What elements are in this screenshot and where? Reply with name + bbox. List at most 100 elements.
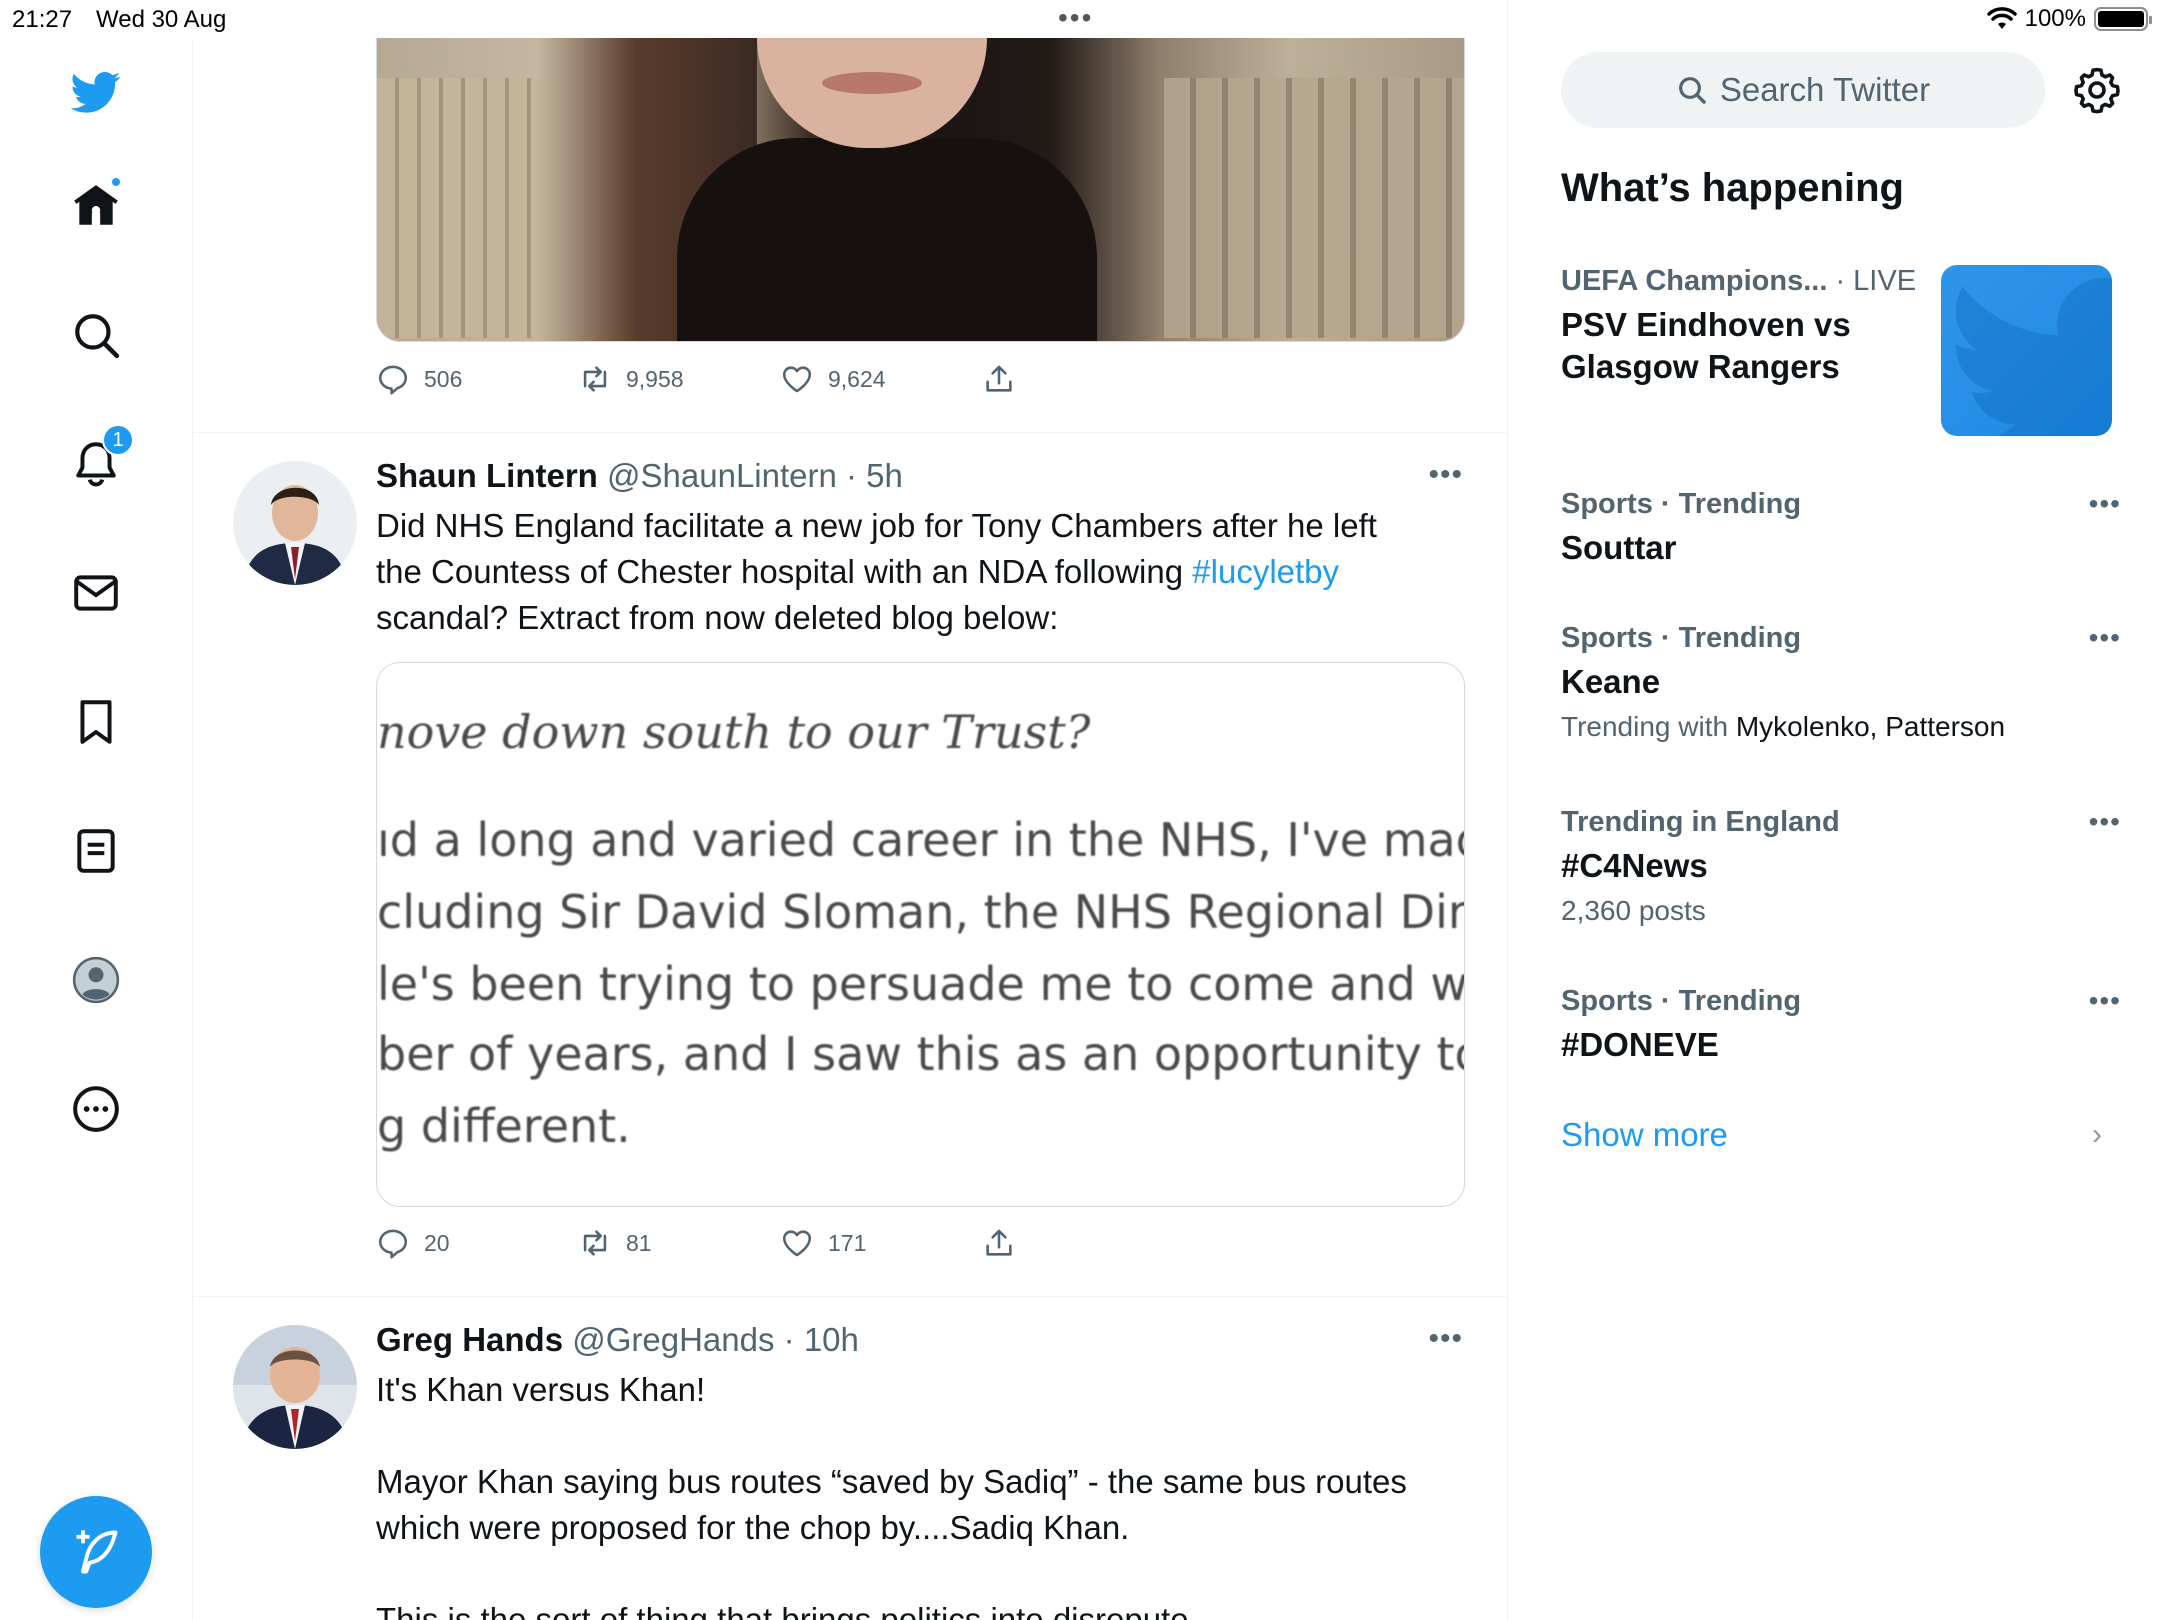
trend-item-c4news[interactable]: Trending in England #C4News 2,360 posts … <box>1561 806 2121 927</box>
twitter-logo[interactable] <box>60 56 132 128</box>
retweet-button[interactable]: 9,958 <box>578 362 780 396</box>
tweet-image-blog-excerpt[interactable]: nove down south to our Trust? ıd a long … <box>376 662 1465 1207</box>
timeline: 506 9,958 9,624 Shaun Lintern @ShaunLint… <box>193 0 1508 1620</box>
trend-category-name: UEFA Champions... <box>1561 265 1828 297</box>
trend-category: Sports · Trending <box>1561 985 2121 1018</box>
trend-item-souttar[interactable]: Sports · Trending Souttar ••• <box>1561 488 2121 569</box>
like-button[interactable]: 171 <box>780 1226 982 1260</box>
author-handle[interactable]: @GregHands <box>572 1321 774 1358</box>
status-time: 21:27 <box>12 6 73 33</box>
nav-bookmarks[interactable] <box>60 686 132 758</box>
blog-line: le's been trying to persuade me to come … <box>377 957 1465 1011</box>
show-more-link[interactable]: Show more <box>1561 1116 1728 1154</box>
tweet-divider <box>193 432 1507 433</box>
nav-messages[interactable] <box>60 557 132 629</box>
tweet-more-button[interactable]: ••• <box>1428 458 1463 492</box>
trend-title: Keane <box>1561 663 1661 700</box>
hashtag-link[interactable]: #lucyletby <box>1192 553 1339 590</box>
search-placeholder: Search Twitter <box>1719 71 1931 108</box>
trend-title: #C4News <box>1561 847 1708 884</box>
author-name[interactable]: Greg Hands <box>376 1321 563 1358</box>
tweet-text-line: Did NHS England facilitate a new job for… <box>376 507 1377 544</box>
chevron-right-icon: › <box>2092 1118 2102 1151</box>
photo-lips <box>822 72 922 94</box>
nav-notifications[interactable]: 1 <box>60 424 134 500</box>
nav-more[interactable] <box>60 1073 132 1145</box>
avatar[interactable] <box>233 461 357 585</box>
tweet-header: Shaun Lintern @ShaunLintern · 5h <box>376 457 903 495</box>
retweet-count: 81 <box>626 1229 652 1256</box>
tweet-media-photo[interactable] <box>376 38 1465 342</box>
author-handle[interactable]: @ShaunLintern <box>607 457 837 494</box>
tweet-text-line: which were proposed for the chop by....S… <box>376 1509 1130 1546</box>
reply-icon <box>378 365 408 395</box>
left-navigation: 1 <box>0 40 193 1620</box>
search-input[interactable]: Search Twitter <box>1561 52 2045 128</box>
twitter-bird-icon <box>1955 278 2112 436</box>
photo-building-right <box>1164 78 1464 338</box>
trend-title: PSV Eindhoven vs Glasgow Rangers <box>1561 304 1941 388</box>
like-button[interactable]: 9,624 <box>780 362 982 396</box>
tweet-more-button[interactable]: ••• <box>1428 1322 1463 1356</box>
trend-item-keane[interactable]: Sports · Trending Keane Trending with My… <box>1561 622 2121 743</box>
photo-clothing <box>677 138 1097 341</box>
retweet-button[interactable]: 81 <box>578 1226 780 1260</box>
trend-more-button[interactable]: ••• <box>2089 806 2121 838</box>
author-name[interactable]: Shaun Lintern <box>376 457 598 494</box>
compose-feather-icon <box>76 1530 118 1574</box>
trend-title: Souttar <box>1561 529 1677 566</box>
nav-lists[interactable] <box>60 815 132 887</box>
tweet-time: · 10h <box>783 1321 859 1358</box>
reply-button[interactable]: 20 <box>376 1226 578 1260</box>
trend-more-button[interactable]: ••• <box>2089 985 2121 1017</box>
tweet-text-fragment: the Countess of Chester hospital with an… <box>376 553 1193 590</box>
tweet-header: Greg Hands @GregHands · 10h <box>376 1321 859 1359</box>
trend-category: Sports · Trending <box>1561 488 2121 521</box>
blog-line: ıd a long and varied career in the NHS, … <box>377 813 1465 867</box>
nav-home[interactable] <box>60 170 132 242</box>
share-button[interactable] <box>982 362 1184 396</box>
trend-more-button[interactable]: ••• <box>2089 622 2121 654</box>
reply-icon <box>378 1229 408 1259</box>
trend-title-line: PSV Eindhoven vs <box>1561 306 1851 343</box>
tweet-divider <box>193 1296 1507 1297</box>
compose-tweet-button[interactable] <box>40 1496 152 1608</box>
home-unread-dot <box>110 176 122 188</box>
right-sidebar: Search Twitter What’s happening UEFA Cha… <box>1509 0 2160 1620</box>
tweet-time: · 5h <box>846 457 903 494</box>
trend-title: #DONEVE <box>1561 1026 1719 1063</box>
retweet-icon <box>583 1230 607 1256</box>
settings-gear-icon[interactable] <box>2073 66 2121 114</box>
trend-category: Trending in England <box>1561 806 2121 839</box>
reply-button[interactable]: 506 <box>376 362 578 396</box>
nav-explore[interactable] <box>60 299 132 371</box>
trend-item-psv-rangers[interactable]: UEFA Champions... · LIVE PSV Eindhoven v… <box>1561 265 1941 388</box>
reply-count: 20 <box>424 1229 450 1256</box>
trend-title-line: Glasgow Rangers <box>1561 348 1840 385</box>
nav-profile[interactable] <box>60 944 132 1016</box>
trend-category-name: Sports · Trending <box>1561 622 1802 654</box>
photo-building-left <box>377 78 547 338</box>
avatar[interactable] <box>233 1325 357 1449</box>
trend-category-name: Trending in England <box>1561 806 1840 838</box>
tweet-text-line: Mayor Khan saying bus routes “saved by S… <box>376 1463 1407 1500</box>
blog-line: nove down south to our Trust? <box>377 705 1091 759</box>
trend-subtitle: Trending with Mykolenko, Patterson <box>1561 711 2121 743</box>
tweet-text-line: the Countess of Chester hospital with an… <box>376 549 1466 595</box>
trend-category-name: Sports · Trending <box>1561 488 1802 520</box>
retweet-icon <box>583 366 607 392</box>
share-icon <box>986 365 1012 392</box>
trend-post-count: 2,360 posts <box>1561 895 1706 926</box>
share-button[interactable] <box>982 1226 1184 1260</box>
retweet-count: 9,958 <box>626 365 684 392</box>
trend-thumbnail[interactable] <box>1941 265 2112 436</box>
tweet-text-spacer <box>376 1551 1466 1597</box>
trend-item-doneve[interactable]: Sports · Trending #DONEVE ••• <box>1561 985 2121 1066</box>
tweet-text: Did NHS England facilitate a new job for… <box>376 503 1466 641</box>
lists-icon <box>77 829 115 873</box>
tweet-text-line: scandal? Extract from now deleted blog b… <box>376 599 1059 636</box>
trend-more-button[interactable]: ••• <box>2089 488 2121 520</box>
more-circle-icon <box>73 1086 119 1132</box>
avatar-photo-greg <box>233 1325 357 1449</box>
tweet-actions: 506 9,958 9,624 <box>376 362 1184 396</box>
